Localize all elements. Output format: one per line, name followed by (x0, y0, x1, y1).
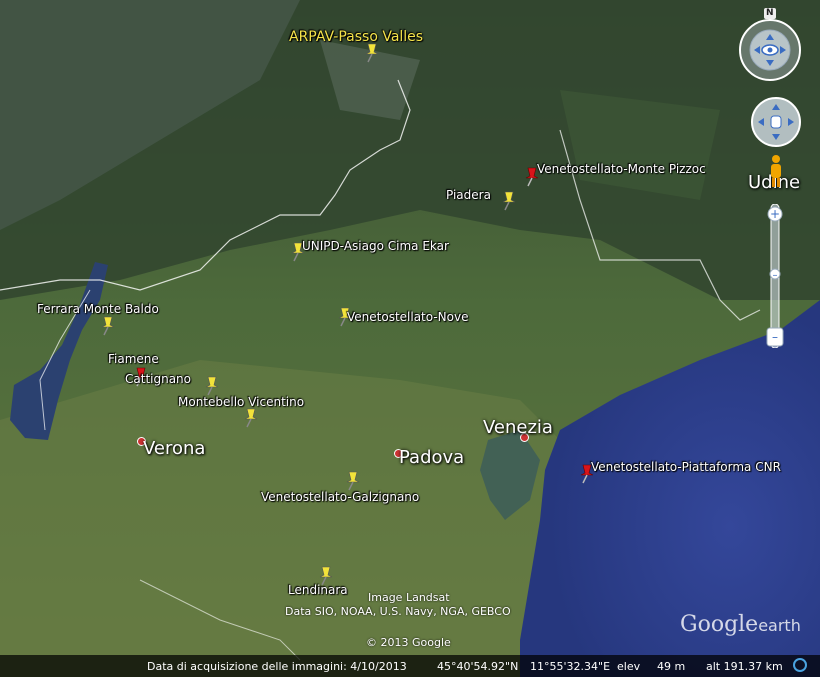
imagery-credit: Image Landsat (368, 591, 450, 604)
altitude-readout: alt 191.37 km (706, 660, 783, 673)
marker-label[interactable]: Venetostellato-Nove (347, 310, 468, 324)
map-marker-pin[interactable] (343, 470, 363, 492)
marker-label[interactable]: Cattignano (125, 372, 191, 386)
map-marker-pin[interactable] (98, 315, 118, 337)
svg-text:+: + (770, 207, 780, 221)
map-marker-pin[interactable] (241, 407, 261, 429)
logo-sub: earth (758, 616, 801, 635)
status-bar: Data di acquisizione delle immagini: 4/1… (0, 655, 820, 677)
city-label-verona[interactable]: Verona (143, 438, 205, 459)
longitude-readout: 11°55'32.34"E (530, 660, 611, 673)
zoom-slider[interactable]: + – – (766, 203, 784, 349)
marker-label[interactable]: Venetostellato-Galzignano (261, 490, 419, 504)
data-credit: Data SIO, NOAA, U.S. Navy, NGA, GEBCO (285, 605, 511, 618)
compass-ring-icon (739, 8, 801, 81)
google-earth-logo: Googleearth (680, 612, 801, 637)
city-label-venezia[interactable]: Venezia (483, 417, 553, 438)
marker-label[interactable]: Ferrara Monte Baldo (37, 302, 159, 316)
marker-label[interactable]: UNIPD-Asiago Cima Ekar (302, 239, 449, 253)
latitude-readout: 45°40'54.92"N (437, 660, 519, 673)
marker-label[interactable]: Venetostellato-Piattaforma CNR (591, 460, 781, 474)
svg-text:–: – (773, 270, 778, 281)
north-label[interactable]: N (766, 8, 774, 18)
logo-main: Google (680, 612, 759, 637)
marker-label[interactable]: Fiamene (108, 352, 159, 366)
hand-pan-icon (751, 97, 801, 147)
copyright: © 2013 Google (366, 636, 451, 649)
pan-control[interactable] (750, 96, 802, 148)
marker-label[interactable]: Venetostellato-Monte Pizzoc (537, 162, 706, 176)
street-view-pegman-icon[interactable] (768, 154, 784, 188)
streaming-indicator-icon (793, 658, 807, 672)
elevation-readout: 49 m (657, 660, 686, 673)
map-marker-pin[interactable] (362, 42, 382, 64)
map-view[interactable] (0, 0, 820, 677)
city-label-padova[interactable]: Padova (399, 447, 464, 468)
map-marker-pin[interactable] (499, 190, 519, 212)
marker-label[interactable]: Lendinara (288, 583, 348, 597)
marker-label[interactable]: Piadera (446, 188, 491, 202)
marker-label[interactable]: ARPAV-Passo Valles (289, 29, 423, 45)
elevation-label: elev (617, 660, 641, 673)
marker-label[interactable]: Montebello Vicentino (178, 395, 304, 409)
map-marker-pin[interactable] (202, 375, 222, 397)
imagery-date: Data di acquisizione delle immagini: 4/1… (147, 660, 407, 673)
compass-control[interactable]: N (738, 8, 802, 84)
svg-text:–: – (772, 330, 778, 344)
